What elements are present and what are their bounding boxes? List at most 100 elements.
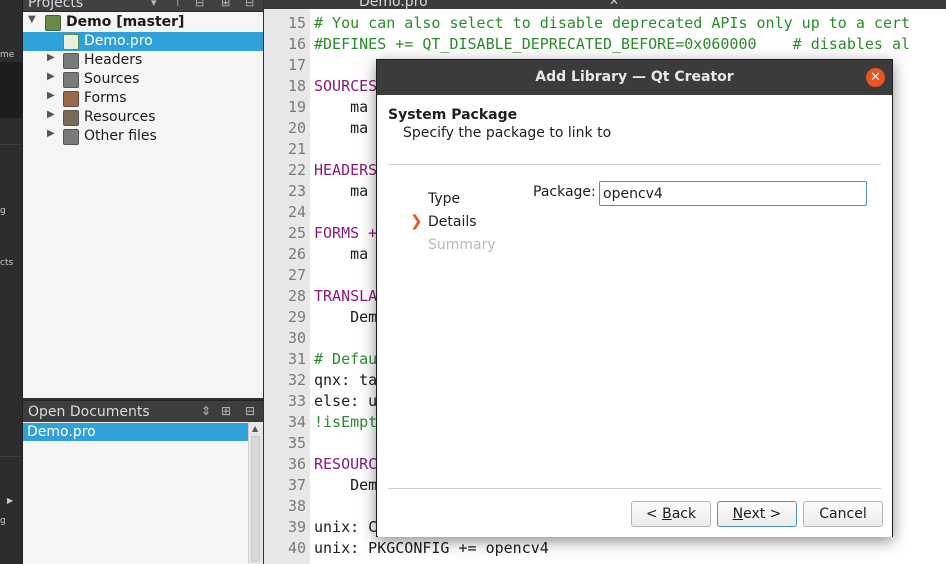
collapsed-arrow-icon[interactable]: ▶ (47, 109, 55, 120)
code-line: ma (314, 98, 369, 116)
code-line: Dem (314, 476, 378, 494)
line-number: 28 (287, 287, 306, 305)
mode-label[interactable]: me (0, 50, 14, 60)
run-icon[interactable]: ▶ (7, 496, 13, 505)
line-number: 19 (287, 98, 306, 116)
dialog-titlebar[interactable]: Add Library — Qt Creator ✕ (377, 60, 892, 95)
tree-row-file[interactable]: Demo.pro (23, 32, 263, 51)
wizard-page-title: System Package (388, 107, 518, 123)
filter-icon[interactable]: ⊤ (173, 0, 183, 9)
cancel-button[interactable]: Cancel (803, 501, 883, 527)
tree-row-project[interactable]: ▼ Demo [master] (23, 13, 263, 32)
tree-row-label: Demo [master] (66, 14, 185, 30)
line-number: 39 (287, 518, 306, 536)
tree-row-label: Other files (84, 128, 157, 144)
scrollbar[interactable]: ▲ (248, 422, 263, 564)
resources-folder-icon (63, 110, 79, 126)
line-number: 20 (287, 119, 306, 137)
collapsed-arrow-icon[interactable]: ▶ (47, 71, 55, 82)
collapsed-arrow-icon[interactable]: ▶ (47, 52, 55, 63)
collapsed-arrow-icon[interactable]: ▶ (47, 90, 55, 101)
pro-file-icon (63, 34, 79, 50)
project-tree[interactable]: ▼ Demo [master] Demo.pro ▶ Headers ▶ Sou… (23, 12, 263, 398)
tree-row-label: Sources (84, 71, 140, 87)
line-number: 27 (287, 266, 306, 284)
code-line: ma (314, 119, 369, 137)
line-number: 36 (287, 455, 306, 473)
line-number: 25 (287, 224, 306, 242)
code-line: else: u (314, 392, 378, 410)
open-documents-title: Open Documents (28, 404, 150, 420)
open-documents-list[interactable]: Demo.pro ▲ (23, 422, 263, 564)
wizard-page: System Package Specify the package to li… (378, 95, 892, 537)
code-comment: #DEFINES += QT_DISABLE_DEPRECATED_BEFORE… (314, 35, 911, 53)
line-number: 22 (287, 161, 306, 179)
scrollbar-thumb[interactable] (251, 436, 260, 562)
code-line: ma (314, 245, 369, 263)
back-button-prefix: < (645, 506, 663, 522)
projects-pane-title: Projects (28, 0, 84, 11)
next-button-mnemonic: N (732, 506, 744, 522)
line-number: 23 (287, 182, 306, 200)
code-line: #DEFINES += QT_DISABLE_DEPRECATED_BEFORE… (314, 34, 910, 55)
code-keyword: SOURCES (314, 77, 378, 95)
close-tab-icon[interactable]: ✕ (609, 0, 619, 8)
split-icon[interactable]: ⊞ (221, 404, 231, 418)
close-pane-icon[interactable]: ⊟ (245, 404, 255, 418)
split-icon[interactable]: ⊞ (221, 0, 230, 9)
code-line: unix: C (314, 518, 378, 536)
next-button[interactable]: Next > (717, 501, 797, 527)
mode-label[interactable]: g (0, 516, 6, 526)
next-button-label: ext > (743, 506, 782, 522)
mode-label[interactable]: g (0, 206, 6, 216)
forms-folder-icon (63, 91, 79, 107)
divider (388, 488, 881, 489)
mode-sidebar-selected[interactable] (0, 62, 22, 118)
back-button-label: ack (671, 506, 697, 522)
close-icon[interactable]: ✕ (866, 68, 885, 87)
scroll-up-icon[interactable]: ▲ (252, 424, 258, 433)
tree-row-label: Demo.pro (84, 33, 153, 49)
tree-row-folder[interactable]: ▶ Headers (23, 51, 263, 70)
collapsed-arrow-icon[interactable]: ▶ (47, 128, 55, 139)
wizard-step-summary: Summary (428, 237, 496, 253)
editor-tab-title[interactable]: Demo.pro (359, 0, 428, 9)
line-number: 40 (287, 539, 306, 557)
line-number: 32 (287, 371, 306, 389)
code-line: RESOURC (314, 454, 377, 475)
link-icon[interactable]: ⊟ (195, 0, 204, 9)
tree-row-folder[interactable]: ▶ Sources (23, 70, 263, 89)
code-line: SOURCES (314, 76, 377, 97)
project-icon (45, 15, 61, 31)
line-number: 29 (287, 308, 306, 326)
code-keyword: TRANSLA (314, 287, 378, 305)
tree-row-folder[interactable]: ▶ Forms (23, 89, 263, 108)
back-button[interactable]: < Back (631, 501, 711, 527)
back-button-mnemonic: B (662, 506, 672, 522)
tree-row-folder[interactable]: ▶ Other files (23, 127, 263, 146)
code-line: HEADERS (314, 160, 377, 181)
package-label: Package: (533, 184, 596, 200)
line-number: 37 (287, 476, 306, 494)
mode-divider (0, 144, 22, 145)
line-number: 18 (287, 77, 306, 95)
mode-divider (0, 456, 22, 457)
line-number-gutter: 15 16 17 18 19 20 21 22 23 24 25 26 27 2… (264, 9, 310, 564)
open-document-item[interactable]: Demo.pro (23, 423, 249, 441)
mode-label[interactable]: cts (0, 258, 13, 268)
code-line: # Defau (314, 349, 377, 370)
expand-arrow-icon[interactable]: ▼ (28, 14, 36, 25)
editor-tab-bar: Demo.pro ✕ (264, 0, 946, 9)
sort-toggle-icon[interactable]: ⇕ (201, 404, 211, 418)
tree-row-folder[interactable]: ▶ Resources (23, 108, 263, 127)
package-input[interactable] (599, 181, 867, 206)
open-documents-header: Open Documents ⇕ ⊞ ⊟ (23, 400, 263, 423)
code-line: qnx: ta (314, 371, 378, 389)
close-pane-icon[interactable]: ⊟ (245, 0, 254, 9)
tree-row-label: Headers (84, 52, 143, 68)
line-number: 21 (287, 140, 306, 158)
code-comment: # Defau (314, 350, 378, 368)
chevron-down-icon[interactable]: ▾ (151, 0, 157, 9)
wizard-step-details: Details (428, 214, 477, 230)
line-number: 35 (287, 434, 306, 452)
